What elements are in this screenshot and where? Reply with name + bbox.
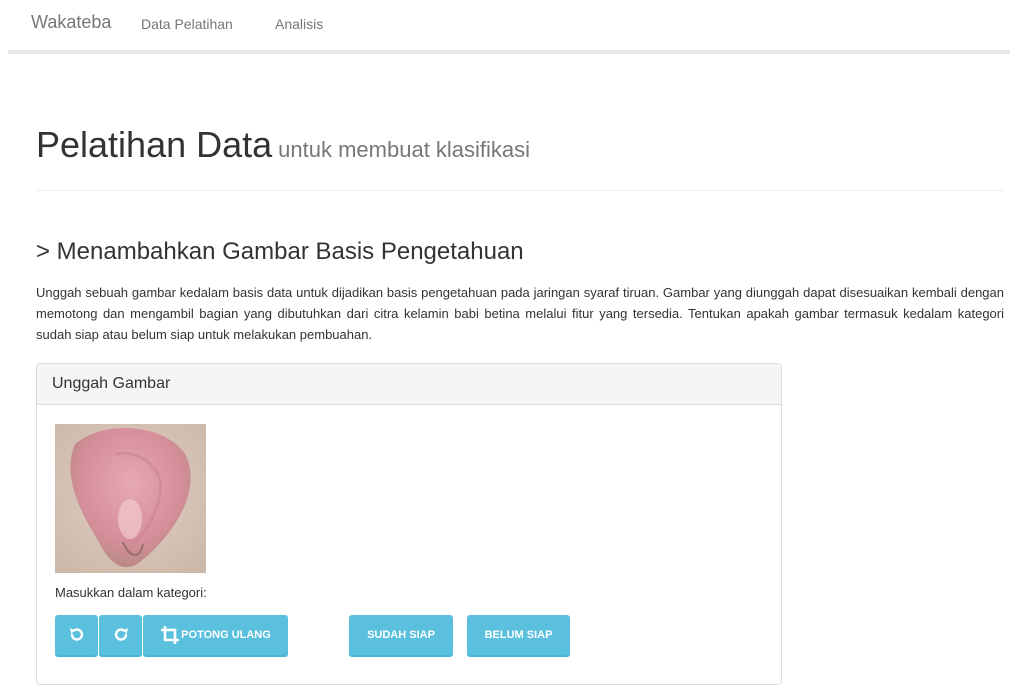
section-description: Unggah sebuah gambar kedalam basis data … bbox=[36, 285, 1004, 342]
category-label: Masukkan dalam kategori: bbox=[55, 585, 207, 600]
crop-button[interactable]: POTONG ULANG bbox=[143, 615, 288, 655]
ready-button[interactable]: SUDAH SIAP bbox=[349, 615, 453, 655]
navbar: Wakateba Data Pelatihan Analisis bbox=[8, 0, 1010, 54]
rotate-right-icon bbox=[112, 626, 130, 644]
not-ready-button[interactable]: BELUM SIAP bbox=[467, 615, 570, 655]
section-title: > Menambahkan Gambar Basis Pengetahuan bbox=[36, 238, 524, 265]
upload-panel: Unggah Gambar Masukkan dalam kategori: P… bbox=[36, 363, 782, 685]
page-title: Pelatihan Data untuk membuat klasifikasi bbox=[36, 124, 530, 166]
uploaded-image-preview[interactable] bbox=[55, 424, 206, 573]
nav-data-pelatihan[interactable]: Data Pelatihan bbox=[141, 16, 233, 32]
rotate-left-button[interactable] bbox=[55, 615, 98, 655]
rotate-right-button[interactable] bbox=[99, 615, 142, 655]
nav-analisis[interactable]: Analisis bbox=[275, 16, 323, 32]
page-title-main: Pelatihan Data bbox=[36, 124, 273, 165]
panel-heading: Unggah Gambar bbox=[37, 364, 781, 405]
brand-logo[interactable]: Wakateba bbox=[31, 12, 111, 33]
crop-button-label: POTONG ULANG bbox=[181, 629, 271, 641]
page-header: Pelatihan Data untuk membuat klasifikasi bbox=[36, 124, 1004, 191]
crop-icon bbox=[160, 625, 180, 645]
page-title-subtitle: untuk membuat klasifikasi bbox=[278, 137, 531, 162]
rotate-left-icon bbox=[68, 626, 86, 644]
